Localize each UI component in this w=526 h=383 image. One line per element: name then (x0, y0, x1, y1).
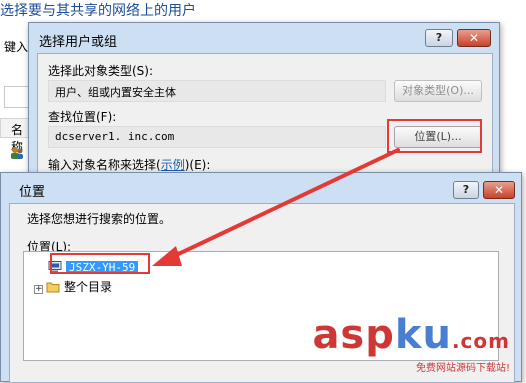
site-watermark: aspku.com 免费网站源码下载站! (312, 312, 510, 374)
